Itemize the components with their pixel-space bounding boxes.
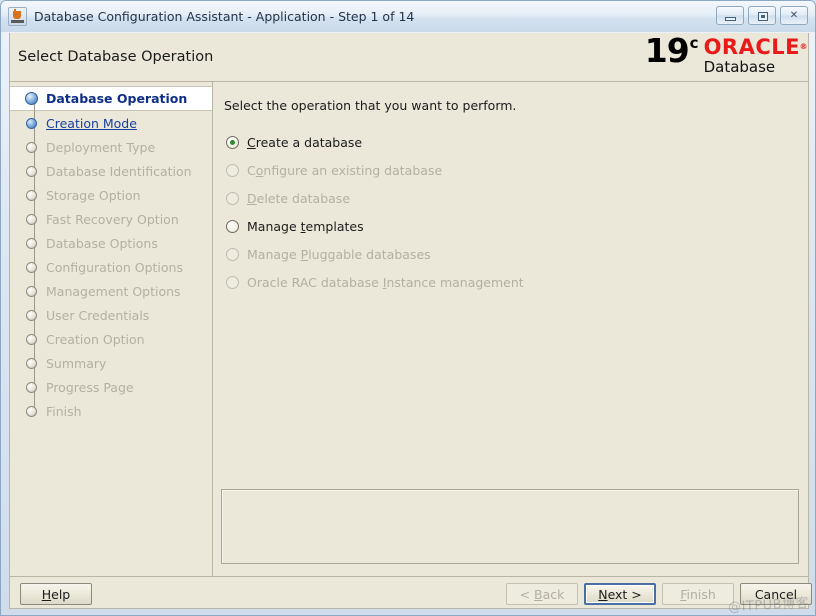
step-bullet-icon — [26, 309, 37, 321]
sidebar-item-label: User Credentials — [46, 307, 150, 323]
wizard-step-sidebar: Database Operation Creation Mode Deploymen… — [9, 81, 212, 576]
close-button[interactable]: ✕ — [780, 6, 808, 25]
finish-button: Finish — [662, 583, 734, 605]
sidebar-item-label: Progress Page — [46, 379, 134, 395]
sidebar-item-database-options: Database Options — [10, 231, 212, 255]
step-bullet-icon — [26, 381, 37, 393]
radio-button-icon[interactable] — [226, 219, 239, 233]
radio-option-configure-an-existing-database: Configure an existing database — [226, 156, 786, 184]
back-button: < Back — [506, 583, 578, 605]
close-icon: ✕ — [789, 9, 799, 21]
step-bullet-icon — [26, 333, 37, 345]
sidebar-item-label: Creation Option — [46, 331, 145, 347]
sidebar-item-label: Finish — [46, 403, 82, 419]
sidebar-item-label: Configuration Options — [46, 259, 183, 275]
radio-option-delete-database: Delete database — [226, 184, 786, 212]
sidebar-item-creation-mode[interactable]: Creation Mode — [10, 111, 212, 135]
oracle-logo: 19 c ORACLE Database — [644, 31, 809, 76]
maximize-button[interactable] — [748, 6, 776, 25]
sidebar-item-label: Storage Option — [46, 187, 141, 203]
step-bullet-icon — [26, 405, 37, 417]
radio-option-label: Create a database — [247, 134, 363, 150]
step-bullet-icon — [26, 237, 37, 249]
instruction-text: Select the operation that you want to pe… — [224, 98, 517, 113]
window-controls: ✕ — [716, 6, 808, 25]
radio-option-label: Configure an existing database — [247, 162, 443, 178]
step-bullet-icon — [26, 213, 37, 225]
step-bullet-icon — [26, 261, 37, 273]
main-content: Select the operation that you want to pe… — [213, 81, 809, 576]
step-bullet-icon — [26, 141, 37, 153]
sidebar-item-fast-recovery-option: Fast Recovery Option — [10, 207, 212, 231]
sidebar-item-label: Deployment Type — [46, 139, 156, 155]
step-bullet-icon — [26, 285, 37, 297]
step-bullet-icon — [26, 357, 37, 369]
sidebar-item-creation-option: Creation Option — [10, 327, 212, 351]
next-button-label: Next > — [598, 586, 642, 602]
step-bullet-icon — [26, 189, 37, 201]
page-header: Select Database Operation 19 c ORACLE Da… — [9, 33, 809, 81]
radio-option-manage-templates[interactable]: Manage templates — [226, 212, 786, 240]
sidebar-item-progress-page: Progress Page — [10, 375, 212, 399]
logo-brand: ORACLE — [704, 36, 809, 58]
sidebar-item-label: Management Options — [46, 283, 181, 299]
logo-product: Database — [703, 58, 776, 76]
title-bar: Database Configuration Assistant - Appli… — [1, 1, 815, 32]
sidebar-item-label: Summary — [46, 355, 107, 371]
back-button-label: < Back — [519, 586, 565, 602]
next-button[interactable]: Next > — [584, 583, 656, 605]
sidebar-item-label: Creation Mode — [46, 115, 137, 131]
radio-option-create-a-database[interactable]: Create a database — [226, 128, 786, 156]
radio-button-icon — [226, 163, 239, 177]
sidebar-item-management-options: Management Options — [10, 279, 212, 303]
radio-button-icon[interactable] — [226, 135, 239, 149]
button-bar: Help < Back Next > Finish Cancel — [9, 576, 812, 609]
radio-button-icon — [226, 191, 239, 205]
finish-button-label: Finish — [680, 586, 716, 602]
sidebar-item-label: Database Operation — [46, 91, 188, 106]
radio-option-label: Manage Pluggable databases — [247, 246, 431, 262]
sidebar-item-label: Database Options — [46, 235, 158, 251]
application-window: Database Configuration Assistant - Appli… — [0, 0, 816, 616]
step-bullet-icon — [26, 165, 37, 177]
sidebar-item-deployment-type: Deployment Type — [10, 135, 212, 159]
message-panel — [221, 489, 799, 564]
sidebar-item-finish: Finish — [10, 399, 212, 423]
radio-button-icon — [226, 275, 239, 289]
step-bullet-icon — [26, 117, 37, 129]
radio-option-label: Delete database — [247, 190, 351, 206]
help-button-label: Help — [41, 586, 71, 602]
cancel-button-label: Cancel — [754, 586, 798, 602]
cancel-button[interactable]: Cancel — [740, 583, 812, 605]
operation-radio-group: Create a database Configure an existing d… — [226, 128, 786, 296]
radio-option-oracle-rac-database-instance-management: Oracle RAC database Instance management — [226, 268, 786, 296]
sidebar-item-label: Database Identification — [46, 163, 192, 179]
step-bullet-icon — [25, 92, 38, 105]
radio-option-label: Manage templates — [247, 218, 364, 234]
step-list: Database Operation Creation Mode Deploymen… — [10, 82, 212, 423]
sidebar-item-user-credentials: User Credentials — [10, 303, 212, 327]
sidebar-item-storage-option: Storage Option — [10, 183, 212, 207]
page-title: Select Database Operation — [18, 49, 214, 65]
minimize-button[interactable] — [716, 6, 744, 25]
sidebar-item-configuration-options: Configuration Options — [10, 255, 212, 279]
help-button[interactable]: Help — [20, 583, 92, 605]
sidebar-item-summary: Summary — [10, 351, 212, 375]
radio-button-icon — [226, 247, 239, 261]
sidebar-item-database-identification: Database Identification — [10, 159, 212, 183]
radio-option-label: Oracle RAC database Instance management — [247, 274, 524, 290]
logo-version-suffix: c — [689, 34, 699, 52]
radio-option-manage-pluggable-databases: Manage Pluggable databases — [226, 240, 786, 268]
window-title: Database Configuration Assistant - Appli… — [34, 9, 415, 24]
java-app-icon — [8, 7, 27, 26]
logo-version: 19 — [644, 31, 690, 70]
sidebar-item-database-operation[interactable]: Database Operation — [10, 86, 212, 112]
sidebar-item-label: Fast Recovery Option — [46, 211, 179, 227]
